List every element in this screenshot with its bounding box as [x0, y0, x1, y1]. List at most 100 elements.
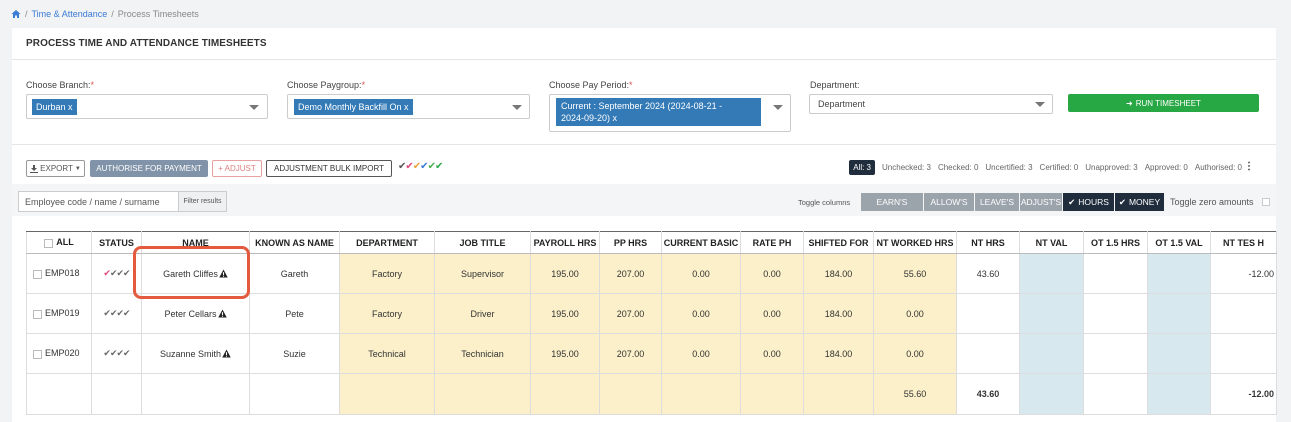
status-checks-icon: ✔✔✔✔	[103, 308, 130, 318]
branch-select[interactable]: Durban x	[26, 94, 268, 119]
employee-name[interactable]: Peter Cellars	[164, 309, 216, 319]
header-payroll-hrs[interactable]: PAYROLL HRS	[530, 231, 600, 254]
employee-code-cell[interactable]: EMP018	[26, 253, 92, 294]
employee-name[interactable]: Gareth Cliffes	[163, 269, 218, 279]
header-nt-tes[interactable]: NT TES H	[1210, 231, 1277, 254]
toggle-zero-amounts-checkbox[interactable]	[1262, 198, 1270, 206]
header-known-as[interactable]: KNOWN AS NAME	[249, 231, 340, 254]
header-name[interactable]: NAME	[141, 231, 250, 254]
pp-hrs-cell: 207.00	[599, 293, 662, 334]
row-checkbox[interactable]	[33, 269, 42, 279]
adjustment-bulk-import-button[interactable]: ADJUSTMENT BULK IMPORT	[266, 160, 392, 177]
header-rate-ph[interactable]: RATE PH	[740, 231, 804, 254]
toggle-zero-amounts-label: Toggle zero amounts	[1170, 197, 1254, 207]
warning-icon[interactable]	[222, 348, 231, 358]
adjust-button[interactable]: + ADJUST	[212, 160, 262, 177]
employee-name[interactable]: Suzanne Smith	[160, 349, 221, 359]
employee-name-cell[interactable]: Gareth Cliffes	[141, 253, 250, 294]
nt-hrs-cell: 43.60	[956, 253, 1020, 294]
job-title-cell: Supervisor	[434, 253, 531, 294]
run-timesheet-button[interactable]: ➜ RUN TIMESHEET	[1068, 94, 1259, 112]
header-ot15-hrs[interactable]: OT 1.5 HRS	[1083, 231, 1148, 254]
department-cell: Factory	[339, 253, 435, 294]
pay-period-select[interactable]: Current : September 2024 (2024-08-21 - 2…	[549, 94, 791, 132]
header-department[interactable]: DEPARTMENT	[339, 231, 435, 254]
filter-certified[interactable]: Certified: 0	[1040, 163, 1079, 172]
header-ot15-val[interactable]: OT 1.5 VAL	[1147, 231, 1211, 254]
table-row[interactable]: EMP018 ✔✔✔✔ Gareth Cliffes Gareth Factory Sup…	[26, 253, 1277, 294]
warning-icon[interactable]	[217, 308, 227, 318]
totals-row: 55.60 43.60 -12.00	[26, 373, 1277, 415]
branch-tag[interactable]: Durban x	[32, 99, 77, 115]
breadcrumb-separator: /	[25, 9, 28, 19]
export-button[interactable]: EXPORT ▼	[26, 160, 85, 177]
toggle-money[interactable]: ✔ MONEY	[1115, 193, 1164, 211]
header-status[interactable]: STATUS	[91, 231, 142, 254]
header-current-basic[interactable]: CURRENT BASIC	[661, 231, 741, 254]
check-icon: ✔	[434, 161, 443, 172]
rate-ph-cell: 0.00	[740, 293, 804, 334]
toggle-adjusts[interactable]: ADJUST'S	[1020, 193, 1062, 211]
department-select[interactable]: Department	[809, 94, 1053, 114]
warning-icon[interactable]	[219, 268, 228, 278]
filter-approved[interactable]: Approved: 0	[1145, 163, 1188, 172]
employee-code-cell[interactable]: EMP019	[26, 293, 92, 334]
paygroup-tag[interactable]: Demo Monthly Backfill On x	[294, 99, 413, 115]
header-nt-hrs[interactable]: NT HRS	[956, 231, 1020, 254]
check-icon: ✔	[405, 161, 413, 172]
toggle-money-label: MONEY	[1128, 197, 1161, 207]
header-pp-hrs[interactable]: PP HRS	[599, 231, 662, 254]
authorise-for-payment-button[interactable]: AUTHORISE FOR PAYMENT	[90, 160, 208, 177]
arrow-right-icon: ➜	[1126, 98, 1133, 108]
status-cell: ✔✔✔✔	[91, 253, 142, 294]
chevron-down-icon[interactable]	[1035, 102, 1045, 107]
breadcrumb-time-attendance[interactable]: Time & Attendance	[32, 9, 108, 19]
nt-hrs-cell	[956, 293, 1020, 334]
filter-checked[interactable]: Checked: 0	[938, 163, 978, 172]
row-checkbox[interactable]	[33, 349, 42, 359]
table-row[interactable]: EMP019 ✔✔✔✔ Peter Cellars Pete Factory Driver…	[26, 293, 1277, 334]
header-nt-worked-hrs[interactable]: NT WORKED HRS	[873, 231, 957, 254]
select-all-checkbox[interactable]	[44, 238, 54, 248]
pay-period-tag[interactable]: Current : September 2024 (2024-08-21 - 2…	[556, 98, 761, 126]
paygroup-select[interactable]: Demo Monthly Backfill On x	[287, 94, 530, 119]
more-options-icon[interactable]: ⋮	[1244, 161, 1254, 172]
filter-unapproved[interactable]: Unapproved: 3	[1085, 163, 1137, 172]
toggle-earns[interactable]: EARN'S	[861, 193, 923, 211]
chevron-down-icon[interactable]	[773, 105, 783, 110]
breadcrumb-separator: /	[111, 9, 114, 19]
toggle-allows[interactable]: ALLOW'S	[924, 193, 974, 211]
filter-uncertified[interactable]: Uncertified: 3	[985, 163, 1032, 172]
header-job-title[interactable]: JOB TITLE	[434, 231, 531, 254]
filter-all[interactable]: All: 3	[849, 160, 876, 175]
totals-cell	[740, 373, 804, 415]
filter-results-button[interactable]: Filter results	[178, 191, 227, 212]
chevron-down-icon[interactable]	[249, 105, 259, 110]
header-nt-val[interactable]: NT VAL	[1019, 231, 1084, 254]
employee-name-cell[interactable]: Suzanne Smith	[141, 333, 250, 374]
header-shifted-for[interactable]: SHIFTED FOR	[803, 231, 874, 254]
run-timesheet-label: RUN TIMESHEET	[1135, 98, 1201, 108]
toggle-leaves[interactable]: LEAVE'S	[975, 193, 1019, 211]
employee-search-input[interactable]: Employee code / name / surname	[18, 191, 180, 212]
nt-worked-hrs-cell: 0.00	[873, 293, 957, 334]
table-header-row: ALL STATUS NAME KNOWN AS NAME DEPARTMENT…	[26, 231, 1277, 254]
table-row[interactable]: EMP020 ✔✔✔✔ Suzanne Smith Suzie Technical Tec…	[26, 333, 1277, 374]
home-icon[interactable]	[11, 9, 21, 19]
filter-authorised[interactable]: Authorised: 0	[1195, 163, 1242, 172]
caret-down-icon: ▼	[74, 165, 81, 172]
header-all-label: ALL	[56, 237, 74, 248]
chevron-down-icon[interactable]	[512, 105, 522, 110]
employee-code: EMP019	[45, 308, 80, 319]
ot15-hrs-cell	[1083, 293, 1148, 334]
toggle-hours[interactable]: ✔ HOURS	[1063, 193, 1114, 211]
shifted-for-cell: 184.00	[803, 333, 874, 374]
known-as-cell: Pete	[249, 293, 340, 334]
row-checkbox[interactable]	[33, 309, 42, 319]
status-cell: ✔✔✔✔	[91, 333, 142, 374]
pay-period-label: Choose Pay Period:*	[549, 80, 633, 90]
filter-unchecked[interactable]: Unchecked: 3	[882, 163, 931, 172]
employee-name-cell[interactable]: Peter Cellars	[141, 293, 250, 334]
header-all[interactable]: ALL	[26, 231, 92, 254]
employee-code-cell[interactable]: EMP020	[26, 333, 92, 374]
